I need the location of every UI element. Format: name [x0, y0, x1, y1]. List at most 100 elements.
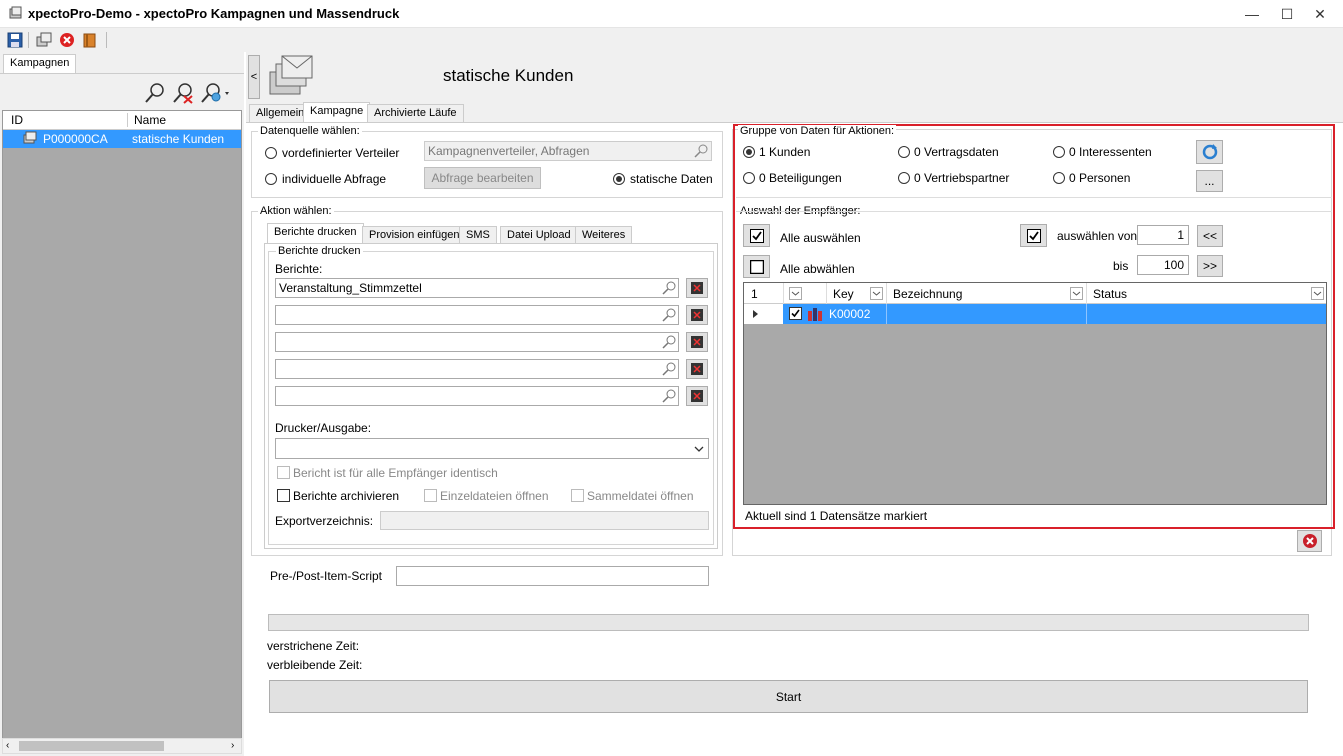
script-label: Pre-/Post-Item-Script — [270, 569, 383, 583]
report-preview-icon — [691, 336, 703, 348]
tab-weiteres[interactable]: Weiteres — [575, 226, 633, 243]
close-button[interactable]: ✕ — [1297, 0, 1343, 28]
row-count-header: 1 — [751, 287, 758, 301]
radio-predefined[interactable] — [265, 147, 277, 159]
report-preview-button[interactable] — [686, 332, 708, 352]
tab-sms[interactable]: SMS — [459, 226, 497, 243]
search-icon[interactable] — [662, 308, 676, 325]
book-icon[interactable] — [81, 31, 99, 49]
radio-vertriebspartner-label: 0 Vertriebspartner — [914, 171, 1010, 185]
tab-archivierte-laeufe[interactable]: Archivierte Läufe — [367, 104, 464, 122]
campaign-row[interactable]: P000000CA statische Kunden — [3, 130, 241, 148]
previous-button[interactable]: << — [1197, 225, 1223, 247]
column-header-name[interactable]: Name — [128, 113, 166, 127]
radio-vertriebspartner[interactable] — [898, 172, 910, 184]
column-header-id[interactable]: ID — [3, 113, 128, 127]
radio-static-data[interactable] — [613, 173, 625, 185]
tab-berichte-drucken[interactable]: Berichte drucken — [267, 223, 364, 243]
tab-kampagnen[interactable]: Kampagnen — [3, 54, 77, 73]
script-field[interactable] — [396, 566, 709, 586]
report-preview-button[interactable] — [686, 386, 708, 406]
collective-file-checkbox[interactable] — [571, 489, 584, 502]
save-icon[interactable] — [6, 31, 24, 49]
row-header — [744, 304, 783, 324]
filter-dropdown-icon[interactable] — [1311, 287, 1324, 300]
row-checkbox[interactable] — [789, 307, 802, 320]
report-field-2[interactable] — [275, 305, 679, 325]
column-divider — [1086, 304, 1087, 324]
search-icon[interactable] — [662, 335, 676, 352]
same-report-checkbox[interactable] — [277, 466, 290, 479]
radio-kunden[interactable] — [743, 146, 755, 158]
search-settings-icon[interactable] — [200, 82, 232, 104]
report-preview-icon — [691, 309, 703, 321]
filter-dropdown-icon[interactable] — [1070, 287, 1083, 300]
cancel-icon[interactable] — [58, 31, 76, 49]
report-field-5[interactable] — [275, 386, 679, 406]
report-field-3[interactable] — [275, 332, 679, 352]
tab-allgemein[interactable]: Allgemein — [249, 104, 312, 122]
window-title: xpectoPro-Demo - xpectoPro Kampagnen und… — [28, 6, 400, 21]
single-files-checkbox[interactable] — [424, 489, 437, 502]
refresh-button[interactable] — [1196, 140, 1223, 164]
bezeichnung-column-header[interactable]: Bezeichnung — [893, 287, 962, 301]
scroll-thumb[interactable] — [19, 741, 164, 751]
deselect-all-button[interactable] — [743, 255, 770, 278]
row-key: K00002 — [829, 307, 871, 321]
progress-bar — [268, 614, 1309, 631]
checkbox-empty-icon — [749, 259, 764, 274]
report-preview-icon — [691, 282, 703, 294]
search-icon[interactable] — [144, 82, 166, 104]
filter-dropdown-icon[interactable] — [870, 287, 883, 300]
recipients-grid-header: 1 Key Bezeichnung Status — [744, 283, 1326, 304]
archive-reports-label: Berichte archivieren — [293, 489, 400, 503]
search-icon[interactable] — [662, 389, 676, 406]
more-button[interactable]: ... — [1196, 170, 1223, 192]
search-icon[interactable] — [662, 362, 676, 379]
filter-dropdown-icon[interactable] — [789, 287, 802, 300]
report-field-value: Veranstaltung_Stimmzettel — [279, 281, 422, 295]
printer-select[interactable] — [275, 438, 709, 459]
next-button[interactable]: >> — [1197, 255, 1223, 277]
radio-vertragsdaten[interactable] — [898, 146, 910, 158]
search-clear-icon[interactable] — [172, 82, 194, 104]
remove-button[interactable] — [1297, 530, 1322, 552]
report-preview-button[interactable] — [686, 278, 708, 298]
campaign-id: P000000CA — [43, 132, 108, 146]
tab-datei-upload[interactable]: Datei Upload — [500, 226, 578, 243]
collapse-button[interactable]: < — [248, 55, 260, 99]
tab-provision-einfuegen[interactable]: Provision einfügen — [362, 226, 467, 243]
action-legend: Aktion wählen: — [258, 205, 334, 217]
start-button[interactable]: Start — [269, 680, 1308, 713]
report-field-4[interactable] — [275, 359, 679, 379]
scroll-right-icon[interactable]: › — [231, 740, 234, 751]
status-column-header[interactable]: Status — [1093, 287, 1127, 301]
to-field[interactable]: 100 — [1137, 255, 1189, 275]
tab-kampagne[interactable]: Kampagne — [303, 102, 371, 123]
campaign-name: statische Kunden — [132, 132, 225, 146]
search-icon[interactable] — [662, 281, 676, 298]
horizontal-scrollbar[interactable]: ‹ › — [2, 738, 242, 754]
radio-interessenten[interactable] — [1053, 146, 1065, 158]
row-pointer-icon — [753, 310, 758, 318]
radio-beteiligungen[interactable] — [743, 172, 755, 184]
report-preview-button[interactable] — [686, 305, 708, 325]
select-all-button[interactable] — [743, 224, 770, 247]
radio-individual-query[interactable] — [265, 173, 277, 185]
report-preview-icon — [691, 363, 703, 375]
report-field-1[interactable]: Veranstaltung_Stimmzettel — [275, 278, 679, 298]
from-field[interactable]: 1 — [1137, 225, 1189, 245]
scroll-left-icon[interactable]: ‹ — [6, 740, 9, 751]
title-bar: xpectoPro-Demo - xpectoPro Kampagnen und… — [0, 0, 1343, 28]
radio-personen[interactable] — [1053, 172, 1065, 184]
refresh-icon — [1202, 144, 1217, 160]
radio-individual-query-label: individuelle Abfrage — [282, 172, 387, 186]
printer-label: Drucker/Ausgabe: — [275, 421, 372, 435]
archive-reports-checkbox[interactable] — [277, 489, 290, 502]
copy-icon[interactable] — [35, 31, 53, 49]
select-range-button[interactable] — [1020, 224, 1047, 247]
report-preview-button[interactable] — [686, 359, 708, 379]
key-column-header[interactable]: Key — [833, 287, 854, 301]
table-row[interactable]: K00002 — [744, 304, 1326, 324]
edit-query-button[interactable]: Abfrage bearbeiten — [424, 167, 541, 189]
